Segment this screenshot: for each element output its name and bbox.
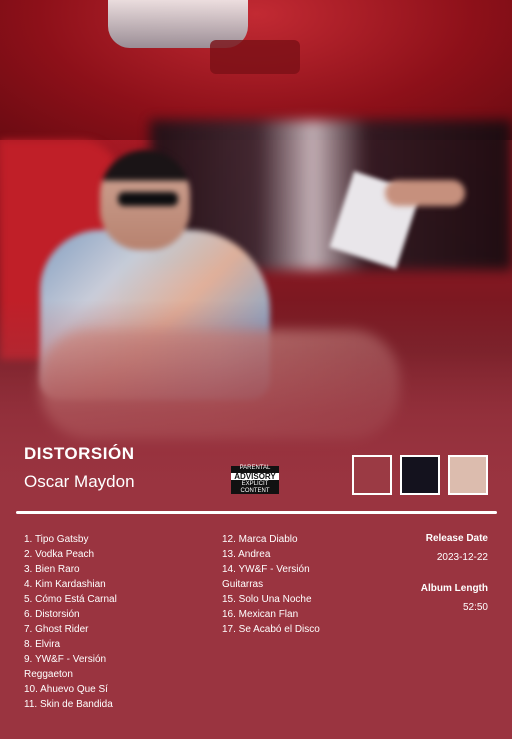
album-artwork bbox=[0, 0, 512, 505]
track-item: 11. Skin de Bandida bbox=[24, 699, 113, 710]
album-length-value: 52:50 bbox=[462, 602, 488, 613]
divider bbox=[16, 511, 497, 514]
artist-name: Oscar Maydon bbox=[24, 472, 135, 491]
track-item: 4. Kim Kardashian bbox=[24, 579, 106, 590]
track-item: 13. Andrea bbox=[222, 549, 271, 560]
hand bbox=[385, 180, 465, 206]
track-item: 8. Elvira bbox=[24, 639, 61, 650]
track-item: 12. Marca Diablo bbox=[222, 534, 298, 545]
parental-advisory-logo: PARENTAL ADVISORY EXPLICIT CONTENT bbox=[231, 465, 279, 494]
advisory-bottom: EXPLICIT CONTENT bbox=[240, 481, 270, 494]
color-swatch-1 bbox=[352, 455, 392, 495]
track-item: 15. Solo Una Noche bbox=[222, 594, 312, 605]
album-length-label: Album Length bbox=[420, 583, 488, 594]
color-swatch-2 bbox=[400, 455, 440, 495]
tracklist-column-1: 1. Tipo Gatsby 2. Vodka Peach 3. Bien Raro… bbox=[24, 532, 204, 712]
track-item: 1. Tipo Gatsby bbox=[24, 534, 89, 545]
track-item: 16. Mexican Flan bbox=[222, 609, 299, 620]
ceiling-panel bbox=[210, 40, 300, 74]
album-title: DISTORSIÓN bbox=[24, 444, 135, 463]
advisory-middle: ADVISORY bbox=[231, 473, 279, 481]
track-item: 6. Distorsión bbox=[24, 609, 80, 620]
color-swatch-3 bbox=[448, 455, 488, 495]
album-poster: DISTORSIÓN Oscar Maydon PARENTAL ADVISOR… bbox=[0, 0, 512, 739]
release-date-label: Release Date bbox=[425, 533, 488, 544]
track-item: 14. YW&F - Versión bbox=[222, 564, 310, 575]
track-item: Guitarras bbox=[222, 579, 264, 590]
sunglasses bbox=[118, 192, 178, 206]
track-item: 17. Se Acabó el Disco bbox=[222, 624, 320, 635]
track-item: 9. YW&F - Versión bbox=[24, 654, 107, 665]
track-item: Reggaeton bbox=[24, 669, 73, 680]
track-item: 2. Vodka Peach bbox=[24, 549, 95, 560]
track-item: 10. Ahuevo Que Sí bbox=[24, 684, 108, 695]
track-item: 7. Ghost Rider bbox=[24, 624, 89, 635]
tracklist-column-2: 12. Marca Diablo 13. Andrea 14. YW&F - Ver… bbox=[222, 532, 402, 637]
track-item: 3. Bien Raro bbox=[24, 564, 80, 575]
track-item: 5. Cómo Está Carnal bbox=[24, 594, 117, 605]
release-date-value: 2023-12-22 bbox=[436, 552, 488, 563]
advisory-top: PARENTAL bbox=[239, 465, 271, 471]
